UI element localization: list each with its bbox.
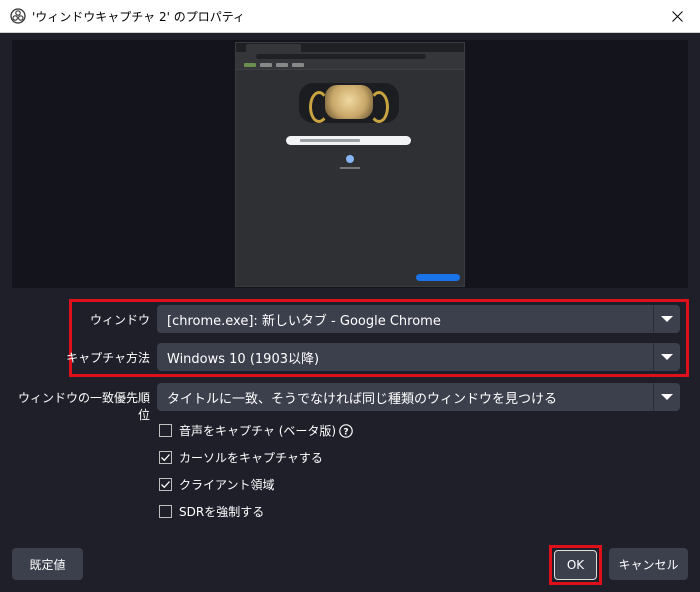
checkbox-checked[interactable] — [159, 451, 172, 464]
preview-bookmark — [276, 63, 288, 67]
preview-bookmark — [260, 63, 272, 67]
ok-button[interactable]: OK — [554, 550, 597, 580]
preview-tab — [246, 44, 301, 52]
close-icon — [671, 10, 683, 22]
preview-url-field — [256, 54, 426, 59]
preview-customize-button — [416, 274, 460, 281]
option-capture-cursor[interactable]: カーソルをキャプチャする — [159, 449, 323, 466]
checkbox-unchecked[interactable] — [159, 424, 172, 437]
chevron-down-icon — [653, 383, 680, 411]
priority-label: ウィンドウの一致優先順位 — [17, 391, 150, 422]
option-capture-audio[interactable]: 音声をキャプチャ (ベータ版) ? — [159, 422, 353, 439]
capture-method-value: Windows 10 (1903以降) — [167, 351, 320, 367]
capture-method-label: キャプチャ方法 — [66, 351, 150, 365]
title-bar: 'ウィンドウキャプチャ 2' のプロパティ — [0, 0, 700, 33]
close-button[interactable] — [654, 0, 700, 32]
preview-search-box — [286, 136, 411, 145]
check-icon — [161, 454, 170, 462]
window-select-value: [chrome.exe]: 新しいタブ - Google Chrome — [167, 313, 441, 329]
defaults-button[interactable]: 既定値 — [12, 548, 83, 580]
preview-shortcut-icon — [346, 155, 354, 163]
capture-method-select[interactable]: Windows 10 (1903以降) — [157, 343, 680, 371]
window-label: ウィンドウ — [89, 313, 150, 327]
checkbox-unchecked[interactable] — [159, 505, 172, 518]
priority-select[interactable]: タイトルに一致、そうでなければ同じ種類のウィンドウを見つける — [157, 383, 680, 411]
obs-app-icon — [10, 8, 26, 24]
chevron-down-icon — [653, 305, 680, 333]
help-icon[interactable]: ? — [339, 423, 353, 438]
option-client-area[interactable]: クライアント領域 — [159, 476, 275, 493]
window-select[interactable]: [chrome.exe]: 新しいタブ - Google Chrome — [157, 305, 680, 333]
cancel-button[interactable]: キャンセル — [609, 548, 688, 580]
option-force-sdr[interactable]: SDRを強制する — [159, 503, 264, 520]
check-icon — [161, 481, 170, 489]
preview-bookmark — [244, 63, 256, 67]
preview-shortcut-label — [340, 167, 360, 169]
preview-doodle-image — [299, 83, 399, 123]
preview-browser-thumbnail — [235, 42, 465, 287]
svg-text:?: ? — [343, 427, 348, 437]
option-label: 音声をキャプチャ (ベータ版) — [179, 424, 337, 438]
option-label: クライアント領域 — [179, 478, 275, 492]
window-title: 'ウィンドウキャプチャ 2' のプロパティ — [32, 9, 246, 24]
priority-value: タイトルに一致、そうでなければ同じ種類のウィンドウを見つける — [167, 391, 558, 407]
capture-preview — [12, 40, 688, 288]
option-label: SDRを強制する — [179, 505, 265, 519]
option-label: カーソルをキャプチャする — [179, 451, 323, 465]
preview-bookmark — [292, 63, 304, 67]
chevron-down-icon — [653, 343, 680, 371]
checkbox-checked[interactable] — [159, 478, 172, 491]
